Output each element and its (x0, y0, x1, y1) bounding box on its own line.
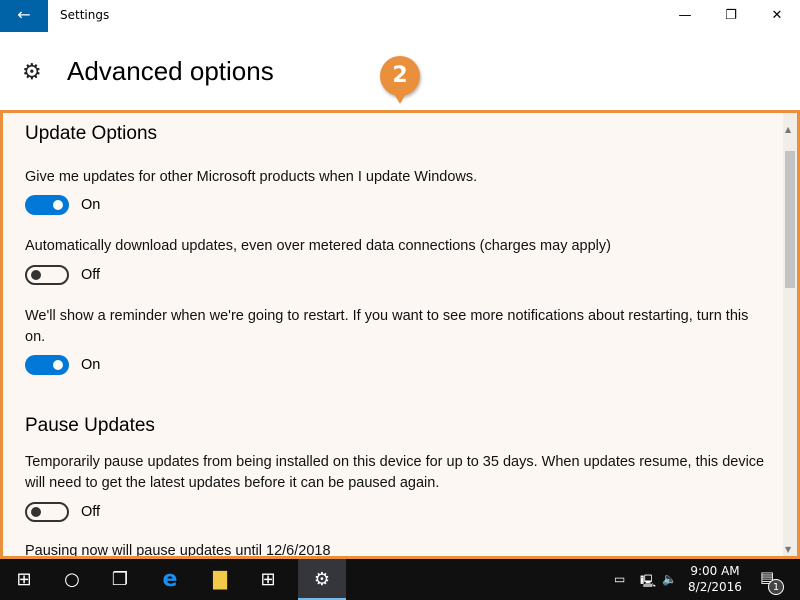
toggle-other-products[interactable] (25, 195, 69, 215)
toggle-label: On (81, 197, 101, 213)
task-view-icon[interactable]: ❐ (96, 559, 144, 600)
option-text: We'll show a reminder when we're going t… (25, 308, 749, 345)
notification-count: 1 (768, 579, 784, 595)
section-title-pause: Pause Updates (25, 415, 155, 436)
scrollbar-thumb[interactable] (785, 151, 795, 288)
callout-badge: 2 (380, 56, 420, 104)
close-button[interactable]: ✕ (754, 0, 800, 32)
option-text: Automatically download updates, even ove… (25, 238, 611, 254)
toggle-restart-reminder[interactable] (25, 355, 69, 375)
store-icon[interactable]: ⊞ (244, 559, 292, 600)
network-icon[interactable]: 🖳 (640, 572, 656, 593)
edge-browser-icon[interactable]: e (146, 559, 194, 600)
date: 8/2/2016 (688, 580, 742, 594)
scroll-up-icon[interactable]: ▲ (785, 125, 791, 134)
page-title: Advanced options (67, 56, 274, 86)
volume-icon[interactable]: 🔈 (662, 572, 677, 586)
option-text: Give me updates for other Microsoft prod… (25, 169, 478, 185)
options-panel: Update Options Give me updates for other… (0, 110, 800, 559)
taskbar: ⊞ ○ ❐ e ▇ ⊞ ⚙ ▭ 🖳 🔈 9:00 AM 8/2/2016 ▤ 1 (0, 559, 800, 600)
pause-note: Pausing now will pause updates until 12/… (25, 543, 331, 559)
toggle-metered[interactable] (25, 265, 69, 285)
maximize-button[interactable]: ❐ (708, 0, 754, 32)
minimize-button[interactable]: — (662, 0, 708, 32)
time: 9:00 AM (690, 564, 740, 578)
scrollbar[interactable]: ▲ ▼ (783, 113, 797, 556)
option-text: Temporarily pause updates from being ins… (25, 454, 765, 491)
clock[interactable]: 9:00 AM 8/2/2016 (680, 563, 750, 595)
file-explorer-icon[interactable]: ▇ (196, 559, 244, 600)
window-title: Settings (60, 8, 110, 22)
settings-gear-icon[interactable]: ⚙ (298, 559, 346, 600)
battery-icon[interactable]: ▭ (614, 572, 625, 586)
title-bar: ← Settings — ❐ ✕ (0, 0, 800, 32)
back-button[interactable]: ← (0, 0, 48, 32)
cortana-circle-icon[interactable]: ○ (48, 559, 96, 600)
toggle-label: On (81, 357, 101, 373)
scroll-down-icon[interactable]: ▼ (785, 545, 791, 554)
toggle-label: Off (81, 504, 101, 520)
gear-icon: ⚙ (22, 60, 42, 85)
section-title-update: Update Options (25, 123, 158, 144)
toggle-label: Off (81, 267, 101, 283)
windows-start-icon[interactable]: ⊞ (0, 559, 48, 600)
toggle-pause-updates[interactable] (25, 502, 69, 522)
arrow-left-icon: ← (17, 5, 31, 24)
